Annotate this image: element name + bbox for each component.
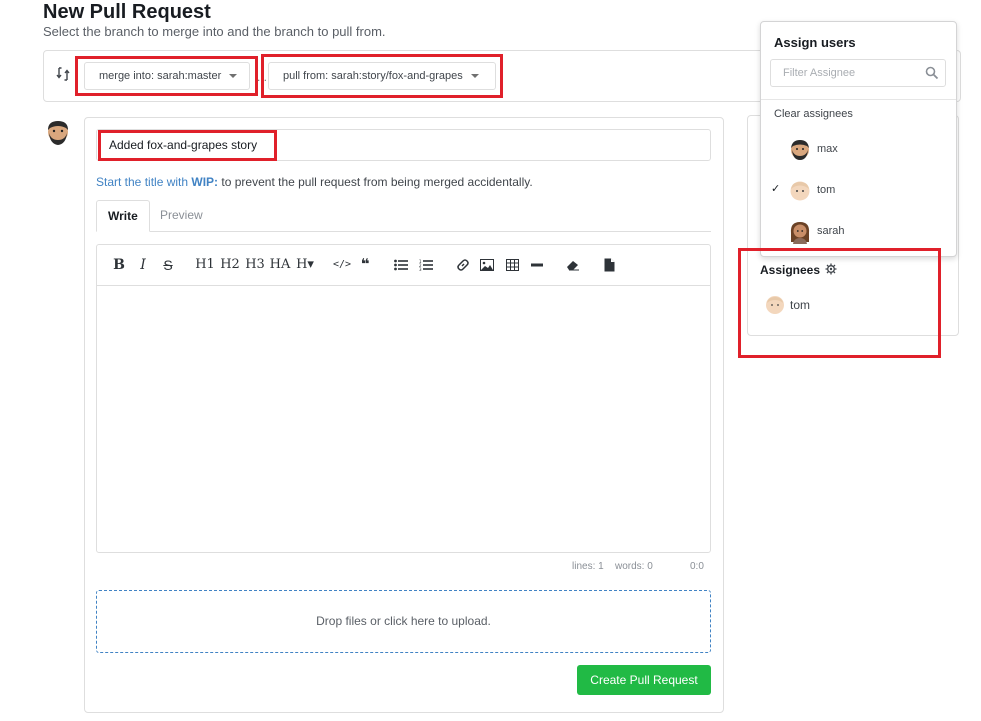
filter-assignee-input[interactable]: Filter Assignee [770, 59, 946, 87]
link-icon[interactable] [456, 258, 470, 272]
author-avatar [48, 121, 68, 145]
editor-cursor-position: 0:0 [690, 561, 704, 572]
eraser-icon[interactable] [566, 259, 580, 271]
annotation-highlight-title [98, 130, 277, 161]
strikethrough-button[interactable]: S [160, 255, 176, 275]
dropdown-user-tom[interactable]: ✓ tom [761, 174, 956, 210]
annotation-highlight-merge-into [75, 56, 258, 96]
quote-button[interactable]: ❝ [356, 255, 374, 275]
editor-tabs: Write Preview [96, 200, 711, 232]
editor-statusbar: lines: 1 words: 0 0:0 [96, 561, 711, 575]
wip-hint: Start the title with WIP: to prevent the… [96, 175, 533, 189]
unordered-list-icon[interactable] [394, 259, 408, 271]
page-subtitle: Select the branch to merge into and the … [43, 24, 386, 39]
dropdown-divider [761, 99, 956, 100]
markdown-editor[interactable]: B I S H1 H2 H3 HA H▾ </> ❝ 1 2 3 [96, 244, 711, 553]
horizontal-rule-icon[interactable] [531, 263, 543, 267]
heading-smaller-button[interactable]: H▾ [294, 255, 316, 275]
dropdown-user-name: sarah [817, 225, 845, 237]
code-button[interactable]: </> [332, 255, 352, 275]
create-pull-request-button[interactable]: Create Pull Request [577, 665, 711, 695]
tab-write[interactable]: Write [96, 200, 150, 232]
file-icon[interactable] [604, 258, 615, 272]
git-compare-icon [56, 67, 70, 81]
annotation-highlight-assignees [738, 248, 941, 358]
editor-words-count: words: 0 [615, 561, 653, 572]
dropdown-user-name: tom [817, 184, 836, 196]
dropdown-user-name: max [817, 143, 838, 155]
editor-toolbar: B I S H1 H2 H3 HA H▾ </> ❝ 1 2 3 [97, 245, 710, 286]
tab-preview[interactable]: Preview [149, 200, 214, 232]
page-title: New Pull Request [43, 1, 211, 23]
italic-button[interactable]: I [135, 255, 151, 275]
wip-keyword: WIP: [191, 175, 219, 189]
dropdown-user-max[interactable]: max [761, 133, 956, 169]
clear-assignees-item[interactable]: Clear assignees [774, 108, 853, 120]
heading-3-button[interactable]: H3 [245, 255, 265, 275]
wip-hint-prefix[interactable]: Start the title with [96, 175, 188, 189]
dropdown-title: Assign users [774, 35, 856, 50]
heading-2-button[interactable]: H2 [220, 255, 240, 275]
svg-text:3: 3 [419, 267, 422, 271]
annotation-highlight-pull-from [261, 54, 503, 98]
editor-lines-count: lines: 1 [572, 561, 604, 572]
dropdown-user-sarah[interactable]: sarah [761, 215, 956, 251]
avatar [790, 181, 810, 201]
avatar [791, 140, 809, 160]
search-icon [925, 66, 939, 80]
bold-button[interactable]: B [111, 255, 127, 275]
heading-1-button[interactable]: H1 [195, 255, 215, 275]
wip-hint-suffix: to prevent the pull request from being m… [221, 175, 533, 189]
ordered-list-icon[interactable]: 1 2 3 [419, 259, 433, 271]
avatar [790, 222, 810, 244]
file-dropzone[interactable]: Drop files or click here to upload. [96, 590, 711, 653]
table-icon[interactable] [506, 259, 519, 271]
image-icon[interactable] [480, 259, 494, 271]
check-icon: ✓ [771, 183, 781, 195]
heading-bigger-button[interactable]: HA [269, 255, 291, 275]
